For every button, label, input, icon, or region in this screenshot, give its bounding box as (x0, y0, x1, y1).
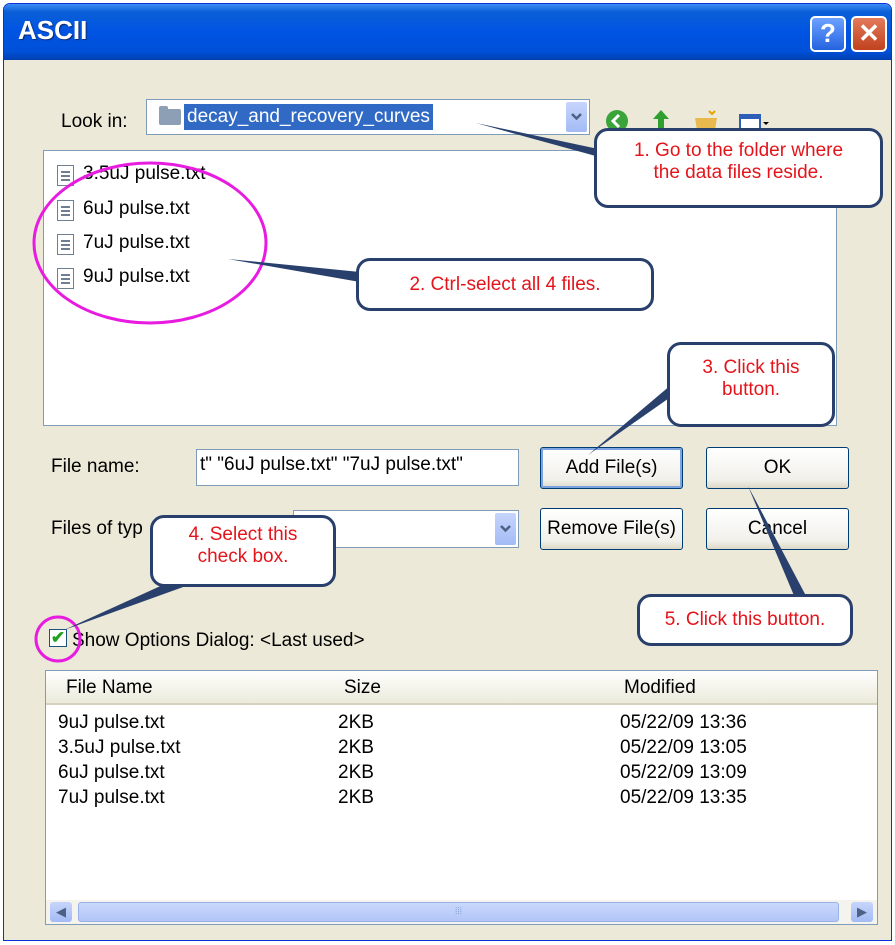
callout-step-5: 5. Click this button. (637, 594, 853, 646)
pointer-callout-2 (228, 259, 360, 282)
callout-text: 5. Click this button. (664, 609, 826, 630)
pointer-callout-1 (476, 123, 603, 158)
callout-text: check box. (197, 546, 289, 567)
callout-text: button. (721, 379, 781, 400)
callout-step-4: 4. Select this check box. (150, 515, 336, 587)
callout-step-3: 3. Click this button. (667, 342, 835, 427)
pointer-callout-5 (748, 486, 805, 598)
highlight-circle-checkbox (34, 615, 82, 663)
callout-text: 1. Go to the folder where (633, 140, 844, 161)
callout-step-1: 1. Go to the folder where the data files… (594, 128, 883, 208)
callout-text: 3. Click this (702, 357, 800, 378)
callout-text: 4. Select this (188, 524, 298, 545)
callout-step-2: 2. Ctrl-select all 4 files. (356, 258, 654, 311)
callout-text: the data files reside. (653, 162, 824, 183)
highlight-circle-files (32, 161, 268, 325)
callout-text: 2. Ctrl-select all 4 files. (409, 274, 601, 295)
